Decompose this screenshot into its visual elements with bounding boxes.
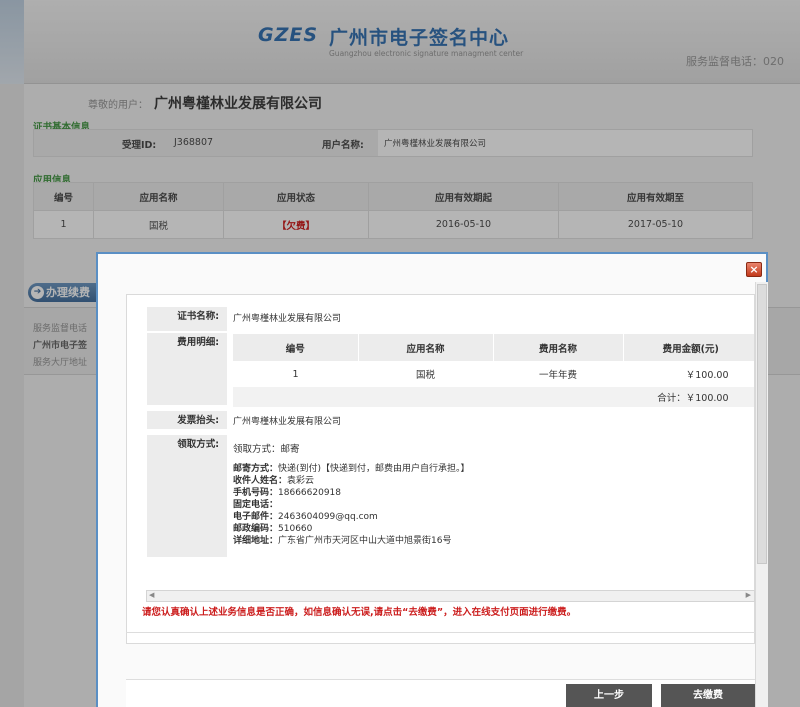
postcode-line: 邮政编码：510660	[233, 523, 470, 535]
table-header-row: 编号 应用名称 费用名称 费用金额(元)	[233, 334, 754, 361]
fee-name: 一年年费	[493, 361, 623, 387]
divider	[126, 632, 755, 633]
postcode-label: 邮政编码：	[233, 524, 279, 534]
fee-no: 1	[233, 361, 358, 387]
email-line: 电子邮件：2463604099@qq.com	[233, 511, 470, 523]
fee-detail-table: 编号 应用名称 费用名称 费用金额(元) 1 国税 一年年费 ￥100.00 合…	[233, 334, 754, 407]
go-pay-button[interactable]: 去缴费	[661, 684, 755, 707]
scroll-right-icon[interactable]: ▶	[746, 591, 751, 599]
fee-app-name: 国税	[358, 361, 493, 387]
phone-value: 18666620918	[278, 488, 342, 498]
postcode-value: 510660	[278, 524, 313, 534]
total-row: 合计：￥100.00	[233, 387, 754, 407]
fee-detail-label: 费用明细:	[147, 333, 227, 405]
email-value: 2463604099@qq.com	[278, 512, 378, 522]
invoice-title-value: 广州粤槿林业发展有限公司	[233, 417, 342, 427]
pickup-method-label: 领取方式:	[147, 435, 227, 557]
phone-line: 手机号码：18666620918	[233, 487, 470, 499]
fee-amount: ￥100.00	[623, 361, 754, 387]
vertical-scrollbar[interactable]	[755, 282, 768, 707]
column-header: 编号	[233, 334, 359, 361]
recipient-value: 袁彩云	[287, 476, 315, 486]
email-label: 电子邮件：	[233, 512, 279, 522]
mail-method-value: 快递(到付)【快递到付，邮费由用户自行承担。】	[278, 464, 470, 474]
cert-name-label: 证书名称:	[147, 307, 227, 331]
column-header: 应用名称	[358, 334, 494, 361]
column-header: 费用名称	[493, 334, 624, 361]
invoice-title-label: 发票抬头:	[147, 411, 227, 429]
recipient-label: 收件人姓名：	[233, 476, 288, 486]
confirm-notice: 请您认真确认上述业务信息是否正确，如信息确认无误,请点击“去缴费”，进入在线支付…	[142, 607, 577, 618]
address-line: 详细地址：广东省广州市天河区中山大道中旭景街16号	[233, 535, 470, 547]
recipient-line: 收件人姓名：袁彩云	[233, 475, 470, 487]
column-header: 费用金额(元)	[623, 334, 754, 361]
address-value: 广东省广州市天河区中山大道中旭景街16号	[278, 536, 452, 546]
scrollbar-thumb[interactable]	[757, 284, 767, 564]
pickup-method-value: 领取方式：邮寄	[233, 444, 300, 455]
tel-line: 固定电话：	[233, 499, 470, 511]
horizontal-scrollbar[interactable]: ◀ ▶	[146, 590, 755, 602]
scroll-left-icon[interactable]: ◀	[149, 591, 154, 599]
address-label: 详细地址：	[233, 536, 279, 546]
previous-step-button[interactable]: 上一步	[566, 684, 652, 707]
table-row: 1 国税 一年年费 ￥100.00	[233, 361, 754, 387]
close-icon[interactable]: ×	[746, 262, 762, 277]
fee-total: 合计：￥100.00	[623, 387, 754, 407]
delivery-details: 邮寄方式：快递(到付)【快递到付，邮费由用户自行承担。】 收件人姓名：袁彩云 手…	[233, 463, 470, 547]
phone-label: 手机号码：	[233, 488, 279, 498]
tel-label: 固定电话：	[233, 500, 279, 510]
mail-method-label: 邮寄方式：	[233, 464, 279, 474]
mail-method-line: 邮寄方式：快递(到付)【快递到付，邮费由用户自行承担。】	[233, 463, 470, 475]
payment-confirm-dialog: × 证书名称: 广州粤槿林业发展有限公司 费用明细: 编号 应用名称 费用名称 …	[96, 252, 768, 707]
cert-name-value: 广州粤槿林业发展有限公司	[233, 314, 342, 324]
